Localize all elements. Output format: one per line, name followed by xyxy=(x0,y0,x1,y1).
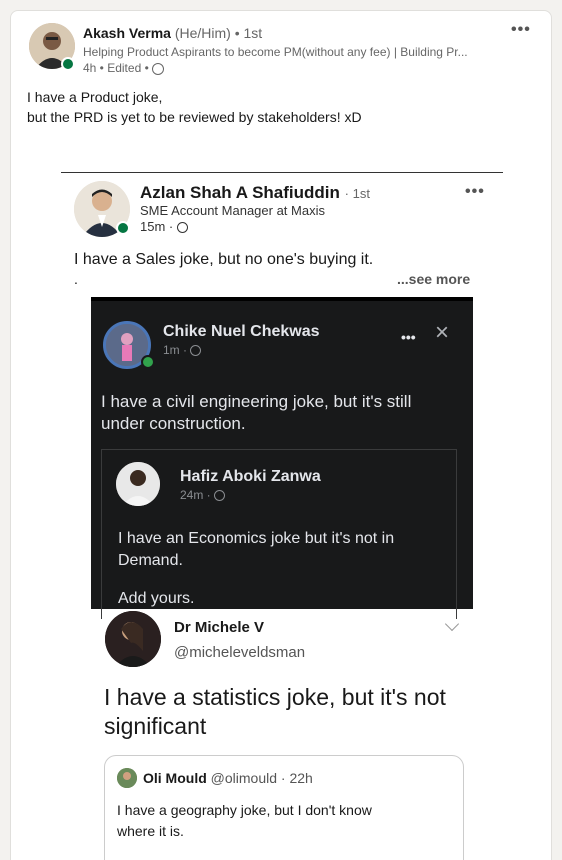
quote-body-line: I have a geography joke, but I don't kno… xyxy=(117,802,372,818)
author-name[interactable]: Akash Verma xyxy=(83,25,171,41)
quote-body-line: where it is. xyxy=(117,823,184,839)
fb-nested-post: Hafiz Aboki Zanwa 24m · I have an Econom… xyxy=(101,449,457,619)
post-body-line: but the PRD is yet to be reviewed by sta… xyxy=(27,109,362,125)
online-status-icon xyxy=(116,221,130,235)
feed-post-card: Akash Verma (He/Him) • 1st Helping Produ… xyxy=(10,10,552,860)
fb-more-icon: ••• xyxy=(401,329,416,345)
globe-icon xyxy=(190,345,202,357)
fb-author-name: Chike Nuel Chekwas xyxy=(163,323,320,340)
quote-author-name: Oli Mould xyxy=(143,770,207,786)
author-line: Akash Verma (He/Him) • 1st xyxy=(83,25,503,41)
fb-nested-line: I have an Economics joke but it's not in xyxy=(118,530,395,547)
online-status-icon xyxy=(61,57,75,71)
fb-nested-time: 24m · xyxy=(180,488,211,502)
divider xyxy=(61,172,503,173)
quote-author-avatar xyxy=(117,768,137,788)
shared-author-line: Azlan Shah A Shafiuddin · 1st xyxy=(140,183,370,203)
shared-author-headline: SME Account Manager at Maxis xyxy=(140,203,325,218)
fb-post-meta: 1m · xyxy=(163,343,202,357)
quote-author-line: Oli Mould @olimould · 22h xyxy=(143,770,313,786)
quote-body: I have a geography joke, but I don't kno… xyxy=(117,800,372,842)
facebook-post-screenshot: Chike Nuel Chekwas 1m · ••• × I have a c… xyxy=(91,297,473,619)
more-options-button[interactable]: ••• xyxy=(511,21,531,39)
online-status-icon xyxy=(141,355,155,369)
shared-post-meta: 15m · xyxy=(140,219,188,234)
fb-nested-line: Demand. xyxy=(118,552,183,569)
tweet-handle: @micheleveldsman xyxy=(174,644,306,661)
globe-icon xyxy=(176,222,188,234)
shared-more-options-button[interactable]: ••• xyxy=(465,183,485,201)
quote-handle-time: @olimould · 22h xyxy=(210,770,313,786)
shared-author-name[interactable]: Azlan Shah A Shafiuddin xyxy=(140,183,340,202)
fb-nested-meta: 24m · xyxy=(180,488,226,502)
shared-connection-degree: · 1st xyxy=(344,186,370,201)
tweet-author-avatar xyxy=(105,611,161,667)
tweet-author-name: Dr Michele V xyxy=(174,619,265,636)
chevron-down-icon xyxy=(444,616,460,632)
see-more-link[interactable]: ...see more xyxy=(397,271,470,287)
post-meta: 4h • Edited • xyxy=(83,61,165,75)
shared-post-time: 15m · xyxy=(140,219,174,234)
fb-nested-avatar xyxy=(116,462,160,506)
fb-nested-footer: Add yours. xyxy=(118,590,195,607)
fb-post-body: I have a civil engineering joke, but it'… xyxy=(101,391,411,435)
author-headline: Helping Product Aspirants to become PM(w… xyxy=(83,45,468,59)
fb-nested-author: Hafiz Aboki Zanwa xyxy=(180,468,321,485)
fb-body-line: under construction. xyxy=(101,414,246,433)
tweet-body-line: I have a statistics joke, but it's not xyxy=(104,684,446,710)
shared-post-body: I have a Sales joke, but no one's buying… xyxy=(74,251,374,268)
fb-body-line: I have a civil engineering joke, but it'… xyxy=(101,392,412,411)
shared-post-dot: . xyxy=(74,271,78,287)
tweet-body-line: significant xyxy=(104,713,207,739)
globe-icon xyxy=(214,490,226,502)
post-time: 4h • Edited • xyxy=(83,61,149,75)
connection-degree: • 1st xyxy=(234,25,263,41)
globe-icon xyxy=(152,62,165,75)
tweet-body: I have a statistics joke, but it's not s… xyxy=(104,683,446,741)
tweet-quote: Oli Mould @olimould · 22h I have a geogr… xyxy=(104,755,464,860)
post-body: I have a Product joke, but the PRD is ye… xyxy=(27,87,362,127)
author-pronouns: (He/Him) xyxy=(174,25,231,41)
fb-post-time: 1m · xyxy=(163,343,187,357)
fb-close-icon: × xyxy=(435,319,450,346)
post-body-line: I have a Product joke, xyxy=(27,89,163,105)
fb-nested-body: I have an Economics joke but it's not in… xyxy=(118,528,394,572)
